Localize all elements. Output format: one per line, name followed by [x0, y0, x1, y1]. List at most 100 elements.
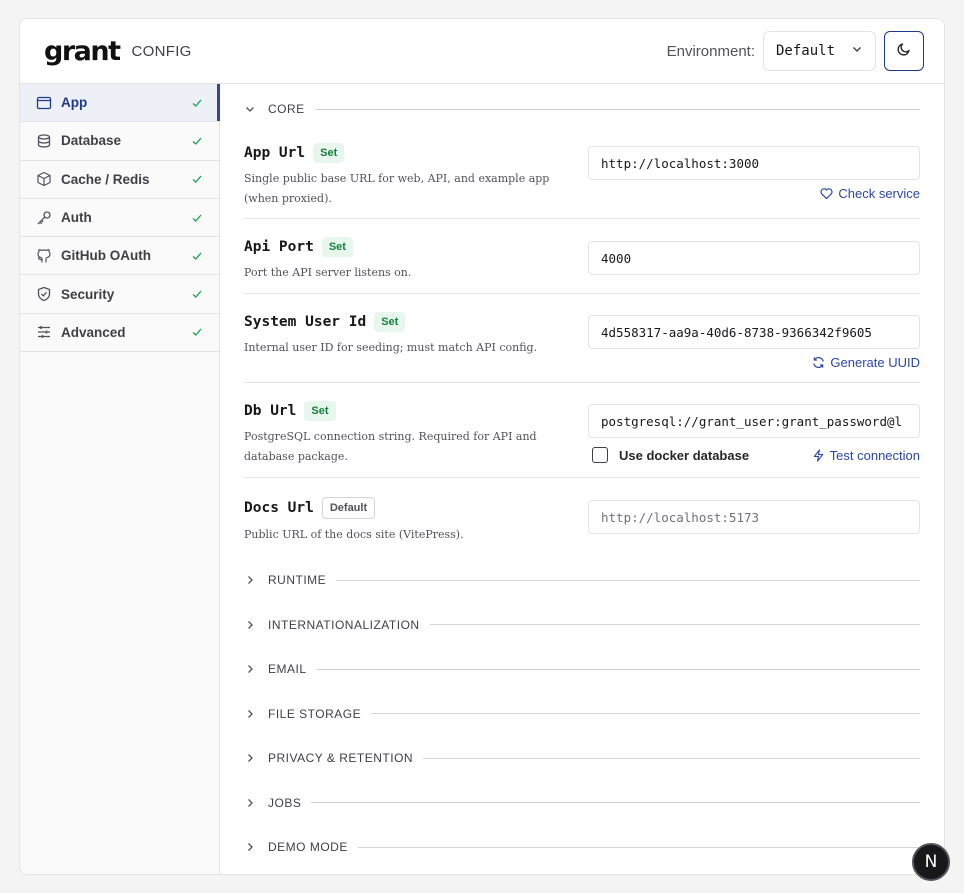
environment-value: Default: [776, 43, 836, 59]
sidebar-item-security[interactable]: Security: [20, 275, 219, 314]
check-icon: [191, 135, 203, 147]
section-title: CORE: [268, 102, 305, 116]
link-label: Check service: [838, 186, 920, 201]
section-title: JOBS: [268, 795, 302, 810]
link-label: Generate UUID: [830, 355, 920, 370]
sidebar-item-label: Auth: [61, 210, 92, 226]
sidebar-item-label: Security: [61, 286, 115, 302]
section-demo-mode-header[interactable]: DEMO MODE: [244, 825, 920, 870]
divider: [316, 668, 920, 670]
divider: [336, 579, 920, 581]
sidebar-item-label: GitHub OAuth: [61, 248, 151, 264]
sidebar-item-github-oauth[interactable]: GitHub OAuth: [20, 237, 219, 276]
field-api-port: Api Port Set Port the API server listens …: [244, 219, 920, 294]
section-title: INTERNATIONALIZATION: [268, 617, 420, 632]
chevron-right-icon: [244, 574, 260, 586]
field-description: Port the API server listens on.: [244, 266, 412, 279]
collapsed-sections: RUNTIME INTERNATIONALIZATION EMAIL FILE …: [244, 558, 920, 870]
docs-url-input[interactable]: http://localhost:5173: [588, 500, 920, 534]
main-content: CORE App Url Set Single public base URL f…: [220, 84, 944, 874]
system-user-id-input[interactable]: 4d558317-aa9a-40d6-8738-9366342f9605: [588, 315, 920, 349]
section-core-header[interactable]: CORE: [244, 84, 920, 134]
field-description: Public URL of the docs site (VitePress).: [244, 528, 464, 541]
check-service-link[interactable]: Check service: [820, 186, 920, 201]
field-description: PostgreSQL connection string. Required f…: [244, 430, 537, 463]
github-icon: [36, 248, 52, 264]
sidebar-item-auth[interactable]: Auth: [20, 199, 219, 238]
theme-toggle-button[interactable]: [884, 31, 924, 71]
key-icon: [36, 210, 52, 226]
check-icon: [191, 250, 203, 262]
section-privacy-retention-header[interactable]: PRIVACY & RETENTION: [244, 736, 920, 781]
field-description: Internal user ID for seeding; must match…: [244, 341, 538, 354]
box-icon: [36, 171, 52, 187]
sidebar-item-app[interactable]: App: [20, 84, 220, 123]
sidebar: App Database Cache / Redis Auth GitHub O…: [20, 84, 220, 874]
chevron-right-icon: [244, 797, 260, 809]
field-db-url: Db Url Set PostgreSQL connection string. …: [244, 383, 920, 478]
app-url-input[interactable]: http://localhost:3000: [588, 146, 920, 180]
chevron-down-icon: [244, 103, 260, 115]
sidebar-item-label: Advanced: [61, 324, 126, 340]
chevron-right-icon: [244, 752, 260, 764]
refresh-icon: [813, 357, 825, 368]
sidebar-item-database[interactable]: Database: [20, 122, 219, 161]
use-docker-checkbox[interactable]: [592, 447, 608, 463]
divider: [357, 846, 920, 848]
checkbox-label: Use docker database: [619, 447, 750, 463]
dev-tools-button[interactable]: N: [912, 843, 950, 881]
database-icon: [36, 133, 52, 149]
field-description: Single public base URL for web, API, and…: [244, 172, 550, 205]
section-title: RUNTIME: [268, 573, 327, 588]
status-badge: Default: [321, 497, 376, 519]
check-icon: [191, 288, 203, 300]
section-internationalization-header[interactable]: INTERNATIONALIZATION: [244, 603, 920, 648]
section-email-header[interactable]: EMAIL: [244, 647, 920, 692]
test-connection-link[interactable]: Test connection: [812, 448, 920, 463]
chevron-right-icon: [244, 663, 260, 675]
moon-icon: [896, 41, 912, 62]
field-label: Docs Url: [244, 500, 314, 517]
sidebar-item-label: Database: [61, 133, 122, 149]
app-header: grant CONFIG Environment: Default: [20, 19, 944, 84]
environment-label: Environment:: [666, 42, 755, 60]
check-icon: [191, 326, 203, 338]
generate-uuid-link[interactable]: Generate UUID: [812, 355, 920, 370]
status-badge: Set: [321, 237, 353, 257]
divider: [314, 108, 920, 110]
check-icon: [191, 97, 203, 109]
status-badge: Set: [374, 312, 406, 332]
logo-subtitle: CONFIG: [131, 42, 192, 60]
sliders-icon: [36, 324, 52, 340]
use-docker-checkbox-row[interactable]: Use docker database: [592, 447, 749, 463]
db-url-input[interactable]: postgresql://grant_user:grant_password@l: [588, 404, 920, 438]
field-label: Db Url: [244, 403, 297, 420]
section-jobs-header[interactable]: JOBS: [244, 781, 920, 826]
chevron-right-icon: [244, 841, 260, 853]
shield-icon: [36, 286, 52, 302]
field-app-url: App Url Set Single public base URL for we…: [244, 134, 920, 219]
status-badge: Set: [313, 143, 345, 163]
status-badge: Set: [304, 401, 336, 421]
window-icon: [36, 95, 52, 111]
field-system-user-id: System User Id Set Internal user ID for s…: [244, 294, 920, 383]
sidebar-item-advanced[interactable]: Advanced: [20, 314, 219, 353]
environment-select[interactable]: Default: [763, 31, 876, 71]
logo: grant: [44, 35, 121, 67]
fab-label: N: [924, 852, 938, 872]
divider: [423, 757, 920, 759]
section-title: EMAIL: [268, 662, 307, 677]
divider: [429, 624, 920, 626]
check-icon: [191, 173, 203, 185]
api-port-input[interactable]: 4000: [588, 241, 920, 275]
zap-icon: [813, 449, 823, 462]
section-runtime-header[interactable]: RUNTIME: [244, 558, 920, 603]
check-icon: [191, 212, 203, 224]
sidebar-item-cache-redis[interactable]: Cache / Redis: [20, 161, 219, 199]
section-file-storage-header[interactable]: FILE STORAGE: [244, 692, 920, 737]
chevron-right-icon: [244, 619, 260, 631]
divider: [371, 713, 920, 715]
sidebar-item-label: App: [61, 95, 88, 111]
chevron-right-icon: [244, 708, 260, 720]
chevron-down-icon: [851, 43, 863, 59]
